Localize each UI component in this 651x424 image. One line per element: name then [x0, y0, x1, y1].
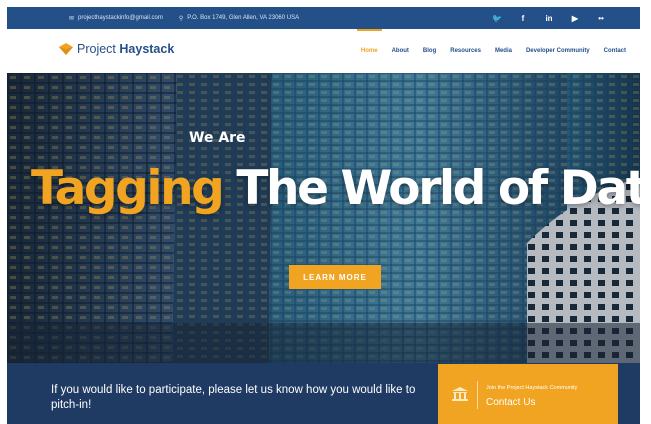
social-links: 🐦 f in ▶ ••: [492, 14, 606, 23]
nav-item-about[interactable]: About: [392, 29, 409, 73]
linkedin-icon[interactable]: in: [544, 14, 554, 23]
headline-rest: The World of Data: [222, 161, 640, 216]
nav-item-resources[interactable]: Resources: [450, 29, 481, 73]
learn-more-button[interactable]: LEARN MORE: [289, 265, 381, 289]
flickr-icon[interactable]: ••: [596, 14, 606, 23]
nav-item-developer-community[interactable]: Developer Community: [526, 29, 590, 73]
nav-item-media[interactable]: Media: [495, 29, 512, 73]
cta-divider: [477, 381, 478, 409]
hero-banner: We Are Tagging The World of Data LEARN M…: [7, 73, 640, 363]
headline-accent: Tagging: [31, 161, 225, 216]
top-info-bar: ✉ projecthaystackinfo@gmail.com ⚲ P.O. B…: [7, 7, 640, 29]
hero-headline: Tagging The World of Data: [31, 165, 640, 212]
hero-kicker: We Are: [189, 130, 246, 146]
haystack-logo-icon: [59, 43, 73, 55]
cta-caption: Join the Project Haystack Community: [486, 385, 578, 391]
twitter-icon[interactable]: 🐦: [492, 14, 502, 23]
contact-email[interactable]: ✉ projecthaystackinfo@gmail.com: [69, 15, 163, 22]
email-text: projecthaystackinfo@gmail.com: [78, 15, 163, 21]
participate-band: If you would like to participate, please…: [7, 363, 640, 424]
contact-us-cta[interactable]: Join the Project Haystack Community Cont…: [438, 364, 618, 424]
site-logo[interactable]: Project Haystack: [59, 42, 174, 56]
address-text: P.O. Box 1749, Glen Allen, VA 23060 USA: [187, 15, 300, 21]
nav-item-contact[interactable]: Contact: [604, 29, 626, 73]
nav-item-blog[interactable]: Blog: [423, 29, 436, 73]
facebook-icon[interactable]: f: [518, 14, 528, 23]
hero-overlay: [7, 73, 640, 363]
youtube-icon[interactable]: ▶: [570, 14, 580, 23]
map-pin-icon: ⚲: [178, 15, 184, 22]
cta-label: Contact Us: [486, 397, 536, 408]
contact-address: ⚲ P.O. Box 1749, Glen Allen, VA 23060 US…: [179, 15, 299, 22]
mail-icon: ✉: [69, 15, 75, 22]
main-navbar: Project Haystack Home About Blog Resourc…: [7, 29, 640, 73]
nav-item-home[interactable]: Home: [356, 29, 382, 73]
nav-menu: Home About Blog Resources Media Develope…: [356, 29, 640, 73]
participate-message: If you would like to participate, please…: [51, 384, 416, 411]
logo-text: Project Haystack: [77, 42, 175, 56]
institution-icon: [452, 387, 468, 401]
